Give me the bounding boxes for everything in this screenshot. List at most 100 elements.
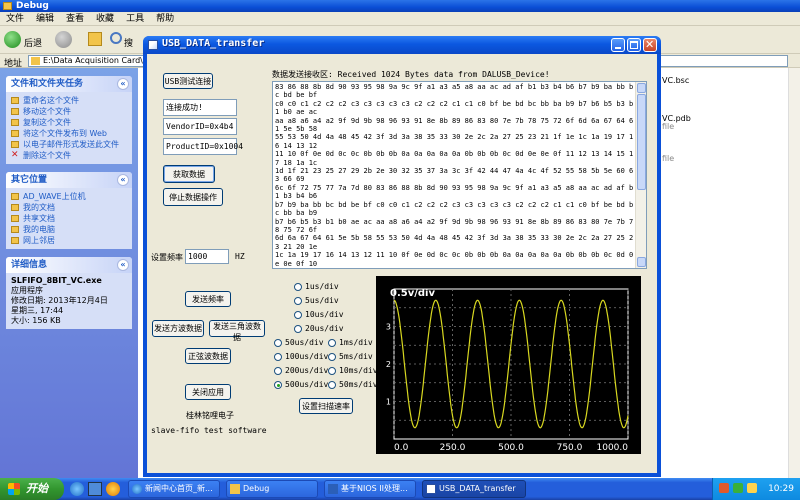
collapse-chevron-icon[interactable]: «	[117, 259, 129, 271]
place-my-documents[interactable]: 我的文档	[11, 202, 127, 213]
task-delete[interactable]: ✕ 删除这个文件	[11, 150, 127, 161]
radio-1us[interactable]	[294, 283, 302, 291]
radio-50ms-label[interactable]: 50ms/div	[339, 380, 378, 389]
radio-5us[interactable]	[294, 297, 302, 305]
other-places-title[interactable]: 其它位置	[11, 175, 47, 185]
data-scrollbar[interactable]	[635, 82, 646, 268]
word-document-icon	[328, 484, 338, 494]
radio-50us[interactable]	[274, 339, 282, 347]
taskbar: 开始 新闻中心首页_新... Debug 基于NIOS II处理... USB_…	[0, 478, 800, 500]
file-pdb-type: file	[662, 122, 675, 131]
get-data-button[interactable]: 获取数据	[163, 165, 215, 183]
place-network[interactable]: 网上邻居	[11, 235, 127, 246]
back-arrow-icon[interactable]	[4, 31, 21, 48]
radio-5us-label[interactable]: 5us/div	[305, 296, 339, 305]
taskbar-item-news[interactable]: 新闻中心首页_新...	[128, 480, 220, 498]
radio-50ms[interactable]	[328, 381, 336, 389]
oscilloscope-display: 0.0 250.0 500.0 750.0 1000.0 1 2 3 0.5v/div	[376, 276, 641, 454]
tray-app-icon[interactable]	[719, 483, 729, 493]
menu-tools[interactable]: 工具	[120, 12, 150, 26]
delete-x-icon: ✕	[11, 150, 19, 160]
explorer-title-bar[interactable]: Debug	[0, 0, 800, 12]
radio-10us[interactable]	[294, 311, 302, 319]
radio-10ms-label[interactable]: 10ms/div	[339, 366, 378, 375]
minimize-button[interactable]	[611, 38, 625, 52]
product-id-field[interactable]: ProductID=0x1004	[163, 138, 243, 155]
radio-200us-label[interactable]: 200us/div	[285, 366, 328, 375]
send-square-button[interactable]: 发送方波数据	[152, 320, 204, 337]
menu-edit[interactable]: 编辑	[30, 12, 60, 26]
file-type: file	[662, 154, 675, 163]
taskbar-item-nios[interactable]: 基于NIOS II处理...	[324, 480, 416, 498]
collapse-chevron-icon[interactable]: «	[117, 174, 129, 186]
radio-100us[interactable]	[274, 353, 282, 361]
close-button[interactable]: ✕	[643, 38, 657, 52]
menu-view[interactable]: 查看	[60, 12, 90, 26]
details-title[interactable]: 详细信息	[11, 260, 47, 270]
start-button[interactable]: 开始	[0, 478, 64, 500]
task-rename[interactable]: 重命名这个文件	[11, 95, 127, 106]
details-file-type: 应用程序	[11, 286, 43, 295]
radio-500us-label[interactable]: 500us/div	[285, 380, 328, 389]
scroll-down-arrow-icon[interactable]	[637, 257, 646, 267]
taskbar-item-usb-transfer[interactable]: USB_DATA_transfer	[422, 480, 526, 498]
radio-100us-label[interactable]: 100us/div	[285, 352, 328, 361]
maximize-button[interactable]	[627, 38, 641, 52]
task-publish-web[interactable]: 将这个文件发布到 Web	[11, 128, 127, 139]
tray-volume-icon[interactable]	[747, 483, 757, 493]
place-shared-documents[interactable]: 共享文档	[11, 213, 127, 224]
taskbar-item-debug[interactable]: Debug	[226, 480, 318, 498]
back-button-label[interactable]: 后退	[24, 36, 42, 49]
radio-10ms[interactable]	[328, 367, 336, 375]
menu-file[interactable]: 文件	[0, 12, 30, 26]
place-my-computer[interactable]: 我的电脑	[11, 224, 127, 235]
internet-explorer-icon[interactable]	[70, 482, 84, 496]
stop-data-button[interactable]: 停止数据操作	[163, 188, 223, 206]
usb-window-title-bar[interactable]: USB_DATA_transfer ✕	[143, 36, 661, 54]
address-value: E:\Data Acquisition Card\	[43, 56, 143, 65]
menu-favorites[interactable]: 收藏	[90, 12, 120, 26]
radio-10us-label[interactable]: 10us/div	[305, 310, 344, 319]
show-desktop-icon[interactable]	[88, 482, 102, 496]
set-scan-rate-button[interactable]: 设置扫描速率	[299, 398, 353, 414]
menu-help[interactable]: 帮助	[150, 12, 180, 26]
radio-20us[interactable]	[294, 325, 302, 333]
freq-input[interactable]: 1000	[185, 249, 229, 264]
radio-500us[interactable]	[274, 381, 282, 389]
media-player-icon[interactable]	[106, 482, 120, 496]
scroll-thumb[interactable]	[637, 94, 646, 190]
usb-test-connect-button[interactable]: USB测试连接	[163, 73, 213, 89]
task-copy[interactable]: 复制这个文件	[11, 117, 127, 128]
collapse-chevron-icon[interactable]: «	[117, 78, 129, 90]
file-tasks-title[interactable]: 文件和文件夹任务	[11, 79, 83, 89]
folder-icon	[11, 204, 19, 211]
status-field[interactable]: 连接成功!	[163, 99, 237, 116]
sine-data-button[interactable]: 正弦波数据	[185, 348, 231, 364]
radio-1us-label[interactable]: 1us/div	[305, 282, 339, 291]
scroll-up-arrow-icon[interactable]	[637, 83, 646, 93]
folder-icon	[230, 484, 240, 494]
vendor-id-field[interactable]: VendorID=0x4b4	[163, 118, 237, 135]
radio-50us-label[interactable]: 50us/div	[285, 338, 324, 347]
tray-network-icon[interactable]	[733, 483, 743, 493]
file-bsc[interactable]: VC.bsc	[662, 76, 689, 85]
folder-up-icon[interactable]	[88, 32, 102, 46]
data-receive-area[interactable]: 83 86 88 8b 8d 90 93 95 98 9a 9c 9f a1 a…	[272, 81, 647, 269]
task-email[interactable]: 以电子邮件形式发送此文件	[11, 139, 127, 150]
radio-5ms[interactable]	[328, 353, 336, 361]
task-move[interactable]: 移动这个文件	[11, 106, 127, 117]
send-triangle-button[interactable]: 发送三角波数据	[209, 320, 265, 342]
send-freq-button[interactable]: 发送频率	[185, 291, 231, 307]
radio-1ms[interactable]	[328, 339, 336, 347]
usb-transfer-window: USB_DATA_transfer ✕ USB测试连接 连接成功! Vendor…	[143, 36, 661, 477]
radio-20us-label[interactable]: 20us/div	[305, 324, 344, 333]
radio-5ms-label[interactable]: 5ms/div	[339, 352, 373, 361]
close-app-button[interactable]: 关闭应用	[185, 384, 231, 400]
forward-arrow-icon[interactable]	[55, 31, 72, 48]
search-button-label[interactable]: 搜	[124, 36, 133, 49]
explorer-scrollbar[interactable]	[788, 68, 800, 478]
place-ad-wave[interactable]: AD_WAVE上位机	[11, 191, 127, 202]
radio-200us[interactable]	[274, 367, 282, 375]
radio-1ms-label[interactable]: 1ms/div	[339, 338, 373, 347]
search-icon[interactable]	[110, 32, 122, 44]
